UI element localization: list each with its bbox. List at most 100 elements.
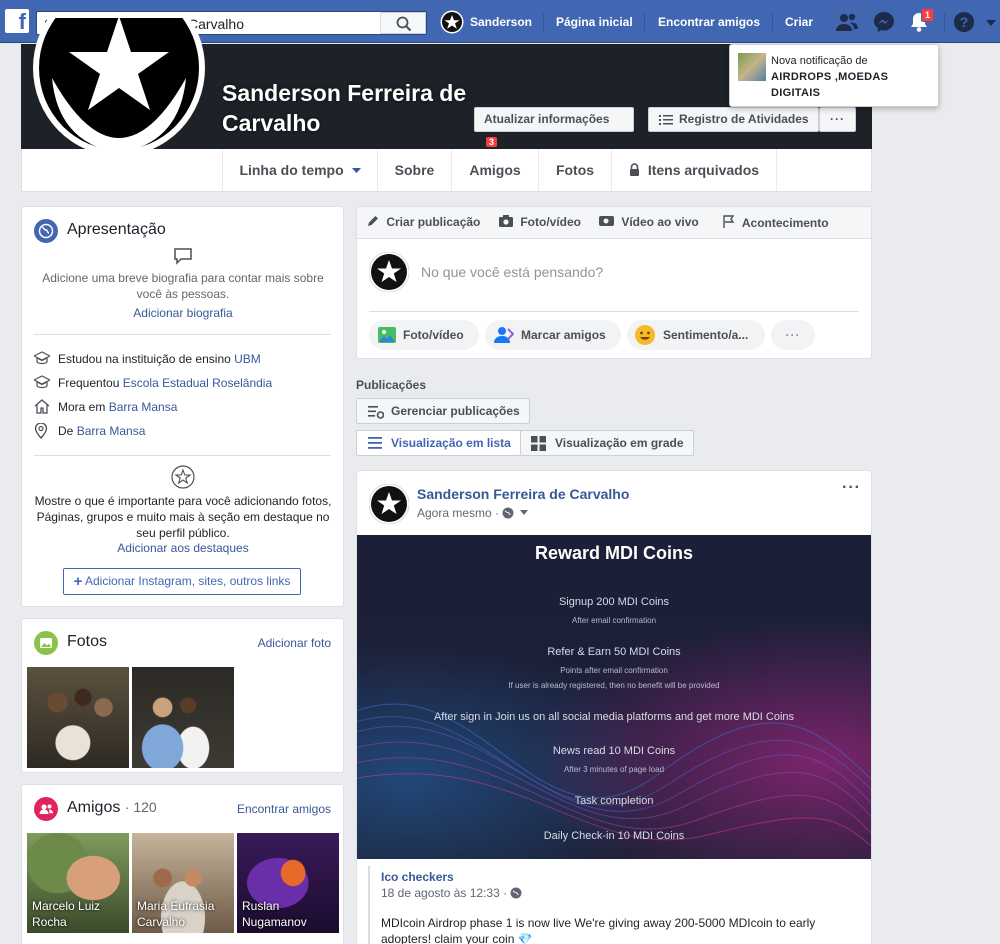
- tab-timeline[interactable]: Linha do tempo: [222, 149, 377, 191]
- divider: [369, 311, 859, 312]
- nav-find-friends[interactable]: Encontrar amigos: [658, 15, 760, 29]
- notification-line-1: Nova notificação de: [771, 55, 868, 67]
- notification-text: Nova notificação de AIRDROPS ,MOEDAS DIG…: [771, 53, 931, 101]
- help-icon[interactable]: ?: [953, 11, 975, 33]
- list-view-button[interactable]: Visualização em lista: [356, 430, 521, 456]
- intro-row-link[interactable]: Barra Mansa: [109, 400, 178, 414]
- photo-video-tab[interactable]: Foto/vídeo: [499, 215, 581, 229]
- add-photo-link[interactable]: Adicionar foto: [258, 636, 331, 650]
- shared-post-time[interactable]: 18 de agosto às 12:33 ·: [381, 886, 522, 900]
- tab-about[interactable]: Sobre: [377, 149, 451, 191]
- intro-row-link[interactable]: Barra Mansa: [77, 424, 146, 438]
- feeling-label: Sentimento/a...: [663, 328, 749, 342]
- friend-thumbnail[interactable]: Maria Eufrasia Carvalho: [132, 833, 234, 933]
- facebook-logo-icon[interactable]: f: [5, 9, 29, 34]
- status-input[interactable]: No que você está pensando?: [421, 264, 603, 280]
- account-menu-chevron-icon[interactable]: [985, 18, 997, 28]
- chevron-down-icon[interactable]: [519, 510, 528, 516]
- photo-icon: [378, 327, 396, 343]
- profile-avatar-icon[interactable]: [440, 10, 464, 34]
- manage-posts-button[interactable]: Gerenciar publicações: [356, 398, 530, 424]
- post-image[interactable]: Reward MDI Coins Signup 200 MDI Coins Af…: [357, 535, 871, 859]
- messenger-icon[interactable]: [873, 11, 895, 33]
- tab-archived-items[interactable]: Itens arquivados: [611, 149, 777, 191]
- friend-name: Maria Eufrasia Carvalho: [137, 899, 215, 929]
- friend-name: Ruslan Nugamanov: [242, 899, 307, 929]
- tag-friends-pill[interactable]: Marcar amigos: [485, 320, 621, 350]
- friend-thumbnail[interactable]: Ruslan Nugamanov: [237, 833, 339, 933]
- post-image-subline: If user is already registered, then no b…: [508, 681, 720, 690]
- post-image-line: Daily Check-in 10 MDI Coins: [543, 830, 685, 842]
- star-outline-icon: [171, 465, 195, 489]
- friend-requests-icon[interactable]: [835, 12, 859, 34]
- search-icon: [396, 16, 412, 32]
- nav-divider: [644, 13, 645, 31]
- globe-privacy-icon[interactable]: [502, 507, 514, 519]
- feeling-pill[interactable]: Sentimento/a...: [627, 320, 765, 350]
- post-image-line: Refer & Earn 50 MDI Coins: [547, 646, 681, 658]
- intro-row-prefix: Estudou na instituição de ensino: [58, 352, 235, 366]
- post-image-subline: After email confirmation: [571, 616, 657, 625]
- nav-profile[interactable]: Sanderson: [470, 15, 532, 29]
- nav-divider: [772, 13, 773, 31]
- add-featured-link[interactable]: Adicionar aos destaques: [38, 541, 328, 555]
- shared-post-time-label: 18 de agosto às 12:33 ·: [381, 886, 508, 900]
- post-image-subline: After 3 minutes of page load: [563, 765, 665, 774]
- photo-video-tab-label: Foto/vídeo: [520, 215, 582, 229]
- grid-view-icon: [531, 436, 546, 451]
- notification-popup[interactable]: Nova notificação de AIRDROPS ,MOEDAS DIG…: [729, 44, 939, 107]
- post-author-avatar[interactable]: [369, 484, 409, 524]
- svg-text:?: ?: [960, 14, 969, 30]
- divider: [34, 455, 331, 456]
- intro-row-prefix: Frequentou: [58, 376, 123, 390]
- photo-video-pill[interactable]: Foto/vídeo: [369, 320, 479, 350]
- tag-friend-icon: [494, 327, 514, 343]
- live-video-tab[interactable]: Vídeo ao vivo: [599, 215, 699, 229]
- life-event-tab[interactable]: Acontecimento: [723, 215, 829, 230]
- profile-more-button[interactable]: ···: [819, 107, 856, 132]
- more-options-pill[interactable]: ···: [771, 320, 815, 350]
- add-bio-link[interactable]: Adicionar biografia: [38, 306, 328, 320]
- photo-thumbnail[interactable]: [132, 667, 234, 768]
- activity-log-button[interactable]: Registro de Atividades: [648, 107, 819, 132]
- live-video-label: Vídeo ao vivo: [621, 215, 699, 229]
- friends-icon: [34, 797, 58, 821]
- tag-friends-label: Marcar amigos: [521, 328, 606, 342]
- nav-divider: [543, 13, 544, 31]
- post-timestamp[interactable]: Agora mesmo ·: [417, 506, 528, 520]
- nav-home[interactable]: Página inicial: [556, 15, 633, 29]
- post-author-name[interactable]: Sanderson Ferreira de Carvalho: [417, 486, 629, 502]
- friends-count: · 120: [124, 799, 157, 815]
- post-composer: Criar publicação Foto/vídeo Vídeo ao viv…: [356, 206, 872, 359]
- tab-friends[interactable]: Amigos: [451, 149, 538, 191]
- shared-post-author[interactable]: Ico checkers: [381, 870, 454, 884]
- list-icon: [659, 115, 673, 125]
- intro-row-link[interactable]: UBM: [234, 352, 261, 366]
- pencil-icon: [368, 216, 378, 226]
- grid-view-button[interactable]: Visualização em grade: [520, 430, 694, 456]
- create-post-tab[interactable]: Criar publicação: [367, 215, 480, 229]
- lock-icon: [629, 163, 639, 176]
- photo-thumbnail[interactable]: [27, 667, 129, 768]
- activity-log-label: Registro de Atividades: [679, 112, 809, 126]
- tab-archived-label: Itens arquivados: [647, 162, 760, 178]
- post-time-label: Agora mesmo ·: [417, 506, 500, 520]
- tab-photos[interactable]: Fotos: [538, 149, 611, 191]
- update-info-badge: 3: [486, 137, 498, 147]
- add-links-button[interactable]: + Adicionar Instagram, sites, outros lin…: [63, 568, 301, 595]
- plus-icon: +: [73, 573, 83, 590]
- intro-row-prefix: Mora em: [58, 400, 109, 414]
- friend-thumbnail[interactable]: Marcelo Luiz Rocha: [27, 833, 129, 933]
- nav-divider: [944, 13, 945, 31]
- find-friends-link[interactable]: Encontrar amigos: [237, 802, 331, 816]
- notification-count-badge: 1: [921, 8, 935, 22]
- speech-bubble-icon: [174, 248, 192, 265]
- update-info-button[interactable]: Atualizar informações 3: [474, 107, 634, 147]
- intro-row-link[interactable]: Escola Estadual Roselândia: [123, 376, 272, 390]
- post-options-button[interactable]: ···: [842, 479, 861, 497]
- video-camera-icon: [599, 216, 614, 226]
- globe-icon: [34, 219, 58, 243]
- post-image-line: Task completion: [574, 795, 654, 807]
- search-button[interactable]: [380, 12, 426, 34]
- nav-create[interactable]: Criar: [785, 15, 813, 29]
